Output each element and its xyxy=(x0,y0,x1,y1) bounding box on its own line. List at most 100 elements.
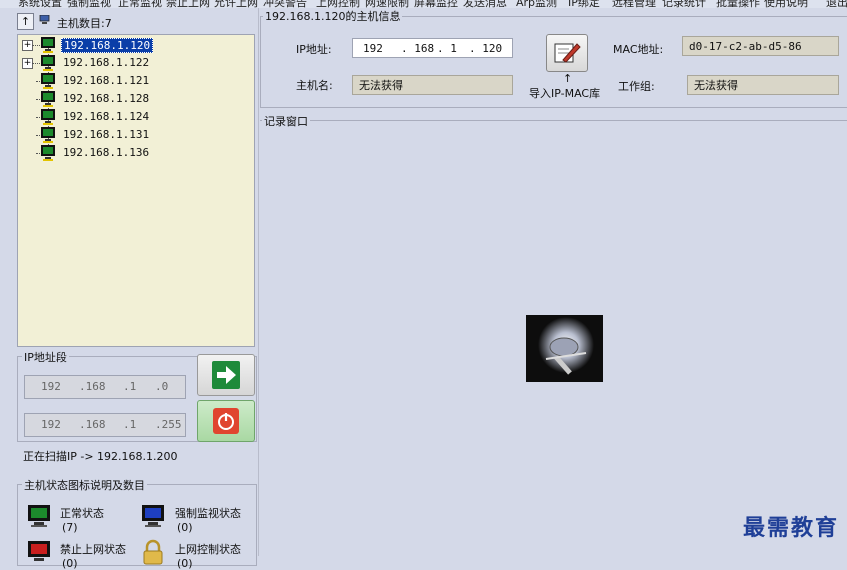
end-ip-octet-3: .1 xyxy=(123,418,137,431)
menu-item-12[interactable]: 远程管理 xyxy=(612,0,656,8)
host-ip-label[interactable]: 192.168.1.122 xyxy=(61,56,151,69)
start-ip-octet-3: .1 xyxy=(123,380,137,393)
legend-blocked-label: 禁止上网状态 xyxy=(60,543,126,556)
host-info-group: 192.168.1.120的主机信息 IP地址: 192 . 168 . 1 .… xyxy=(260,8,847,108)
ip-address-field[interactable]: 192 . 168 . 1 . 120 xyxy=(352,38,513,58)
left-panel: ↑ 主机数目:7 +192.168.1.120 +192.168.1.122 192… xyxy=(0,8,259,570)
legend-title: 主机状态图标说明及数目 xyxy=(22,477,147,493)
menu-item-7[interactable]: 网速限制 xyxy=(365,0,409,8)
import-arrow: ↑ xyxy=(563,72,573,85)
menu-item-0[interactable]: 系统设置 xyxy=(18,0,62,8)
host-tree-item[interactable]: 192.168.1.124 xyxy=(18,108,248,126)
menu-item-13[interactable]: 记录统计 xyxy=(662,0,706,8)
ip-octet-4: . 120 xyxy=(469,42,503,55)
end-ip-octet-2: .168 xyxy=(79,418,106,431)
start-ip-input[interactable]: 192 .168 .1 .0 xyxy=(24,375,186,399)
host-ip-label[interactable]: 192.168.1.121 xyxy=(61,74,151,87)
host-ip-label[interactable]: 192.168.1.136 xyxy=(61,146,151,159)
satellite-icon xyxy=(538,317,594,375)
menu-bar: 系统设置 强制监视 正常监视 禁止上网 允许上网 冲突警告 上网控制 网速限制 屏幕监控 发送消息… xyxy=(0,0,847,8)
host-list-header: ↑ 主机数目:7 xyxy=(17,12,257,32)
menu-item-6[interactable]: 上网控制 xyxy=(316,0,360,8)
monitor-green-icon xyxy=(41,73,55,89)
host-tree[interactable]: +192.168.1.120 +192.168.1.122 192.168.1.12… xyxy=(17,34,255,347)
monitor-red-icon xyxy=(28,541,50,561)
hostname-label: 主机名: xyxy=(296,79,333,92)
arrow-right-icon xyxy=(212,361,240,389)
workgroup-label: 工作组: xyxy=(618,80,655,93)
menu-item-9[interactable]: 发送消息 xyxy=(463,0,507,8)
legend-monitor-count: (0) xyxy=(177,521,193,534)
host-tree-item[interactable]: 192.168.1.128 xyxy=(18,90,248,108)
host-ip-label[interactable]: 192.168.1.120 xyxy=(61,38,154,53)
host-ip-label[interactable]: 192.168.1.131 xyxy=(61,128,151,141)
start-ip-octet-2: .168 xyxy=(79,380,106,393)
host-tree-item[interactable]: +192.168.1.122 xyxy=(18,54,248,72)
import-ip-mac-button[interactable] xyxy=(546,34,588,72)
host-tree-item[interactable]: 192.168.1.131 xyxy=(18,126,248,144)
tree-branch-line xyxy=(32,63,40,64)
ip-octet-3: . 1 xyxy=(437,42,457,55)
hostname-field[interactable]: 无法获得 xyxy=(352,75,513,95)
menu-item-11[interactable]: IP绑定 xyxy=(568,0,600,8)
menu-item-16[interactable]: 退出 xyxy=(826,0,847,8)
menu-item-4[interactable]: 允许上网 xyxy=(214,0,258,8)
menu-item-3[interactable]: 禁止上网 xyxy=(166,0,210,8)
legend-normal-count: (7) xyxy=(62,521,78,534)
start-scan-button[interactable] xyxy=(197,354,255,396)
monitor-green-icon xyxy=(28,505,50,527)
ip-label: IP地址: xyxy=(296,43,332,56)
status-legend-group: 主机状态图标说明及数目 正常状态 (7) 强制监视状态 (0) 禁止上网状态 (… xyxy=(17,477,257,570)
stop-scan-button[interactable] xyxy=(197,400,255,442)
host-tree-item[interactable]: 192.168.1.136 xyxy=(18,144,248,162)
start-ip-octet-1: 192 xyxy=(41,380,61,393)
host-tree-item[interactable]: 192.168.1.121 xyxy=(18,72,248,90)
menu-item-5[interactable]: 冲突警告 xyxy=(263,0,307,8)
legend-normal-label: 正常状态 xyxy=(60,507,104,520)
ip-octet-1: 192 xyxy=(363,42,383,55)
ip-range-title: IP地址段 xyxy=(22,349,69,365)
monitor-green-icon xyxy=(41,127,55,143)
host-tree-item[interactable]: +192.168.1.120 xyxy=(18,36,248,54)
ip-octet-2: . 168 xyxy=(401,42,435,55)
monitor-green-icon xyxy=(41,109,55,125)
host-count: 主机数目:7 xyxy=(57,17,112,30)
log-title: 记录窗口 xyxy=(262,113,310,129)
mac-label: MAC地址: xyxy=(613,43,664,56)
end-ip-input[interactable]: 192 .168 .1 .255 xyxy=(24,413,186,437)
menu-item-2[interactable]: 正常监视 xyxy=(118,0,162,8)
legend-monitor-label: 强制监视状态 xyxy=(175,507,241,520)
monitor-green-icon xyxy=(41,91,55,107)
host-ip-label[interactable]: 192.168.1.124 xyxy=(61,110,151,123)
edit-document-icon xyxy=(554,43,581,63)
workgroup-field[interactable]: 无法获得 xyxy=(687,75,839,95)
import-ip-mac-label: 导入IP-MAC库 xyxy=(529,87,601,100)
monitor-green-icon xyxy=(41,55,55,71)
mac-address-field[interactable]: d0-17-c2-ab-d5-86 xyxy=(682,36,839,56)
monitor-blue-icon xyxy=(142,505,164,527)
menu-item-10[interactable]: Arp监测 xyxy=(516,0,557,8)
satellite-image xyxy=(526,315,603,382)
host-info-title: 192.168.1.120的主机信息 xyxy=(263,8,403,24)
scan-status: 正在扫描IP -> 192.168.1.200 xyxy=(23,450,178,463)
legend-control-label: 上网控制状态 xyxy=(175,543,241,556)
legend-blocked-count: (0) xyxy=(62,557,78,570)
up-button[interactable]: ↑ xyxy=(17,13,34,30)
monitor-green-icon xyxy=(41,37,55,53)
start-ip-octet-4: .0 xyxy=(155,380,169,393)
legend-control-count: (0) xyxy=(177,557,193,570)
host-ip-label[interactable]: 192.168.1.128 xyxy=(61,92,151,105)
menu-item-1[interactable]: 强制监视 xyxy=(67,0,111,8)
menu-item-15[interactable]: 使用说明 xyxy=(764,0,808,8)
menu-item-14[interactable]: 批量操作 xyxy=(716,0,760,8)
watermark: 最需教育 xyxy=(742,515,839,541)
monitor-green-icon xyxy=(41,145,55,161)
lock-icon xyxy=(143,539,163,565)
menu-item-8[interactable]: 屏幕监控 xyxy=(414,0,458,8)
computer-icon xyxy=(39,15,50,24)
end-ip-octet-4: .255 xyxy=(155,418,182,431)
power-icon xyxy=(213,408,239,434)
log-window: 记录窗口 xyxy=(260,113,847,557)
end-ip-octet-1: 192 xyxy=(41,418,61,431)
tree-branch-line xyxy=(32,45,40,46)
